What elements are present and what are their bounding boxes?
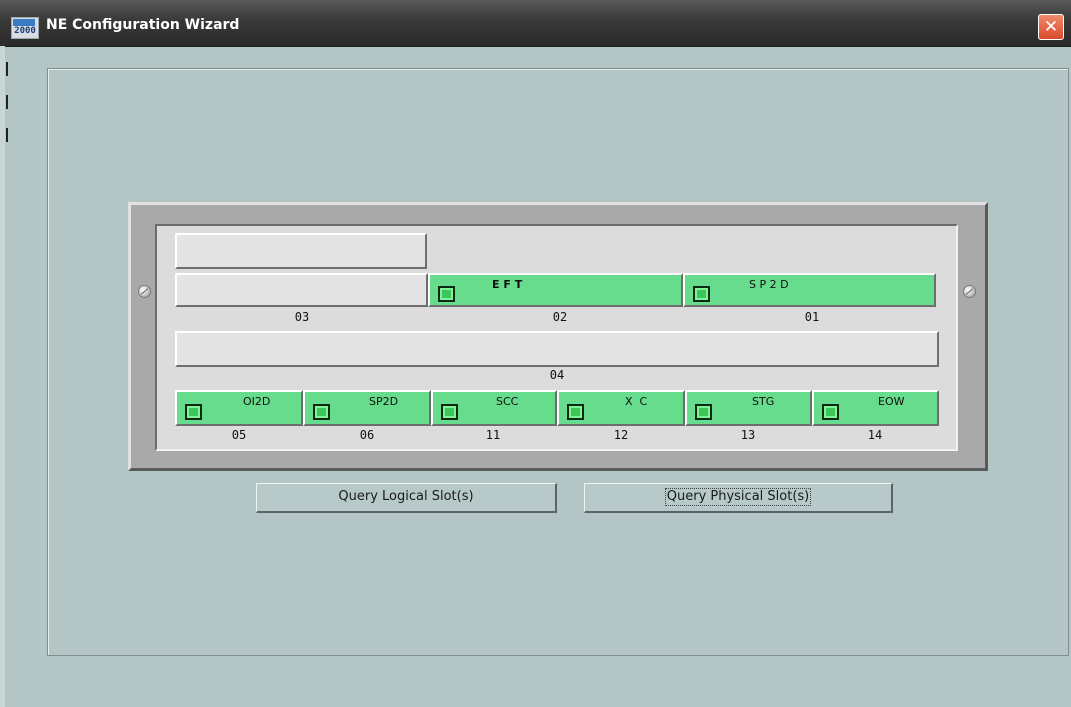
slot-number: 01 bbox=[804, 310, 820, 324]
card-label: S P 2 D bbox=[749, 278, 789, 291]
card-label: E F T bbox=[492, 278, 523, 291]
slot-number: 03 bbox=[294, 310, 310, 324]
edge-tick bbox=[6, 95, 8, 109]
slot-number: 14 bbox=[867, 428, 883, 442]
edge-tick bbox=[6, 62, 8, 76]
slot-number: 13 bbox=[740, 428, 756, 442]
led-indicator-icon bbox=[438, 286, 455, 302]
slot-06-card-sp2d[interactable]: SP2D bbox=[303, 390, 431, 426]
slot-11-card-scc[interactable]: SCC bbox=[431, 390, 557, 426]
window-title: NE Configuration Wizard bbox=[46, 17, 240, 33]
query-physical-slots-button[interactable]: Query Physical Slot(s) bbox=[584, 483, 893, 513]
card-label: STG bbox=[752, 395, 775, 408]
app-icon-text: 2000 bbox=[14, 26, 36, 36]
led-indicator-icon bbox=[313, 404, 330, 420]
slot-01-card-sp2d[interactable]: S P 2 D bbox=[683, 273, 936, 307]
left-screw-icon bbox=[138, 285, 151, 298]
app-icon: 2000 bbox=[11, 17, 39, 39]
slot-empty-top[interactable] bbox=[175, 233, 427, 269]
led-indicator-icon bbox=[185, 404, 202, 420]
edge-tick bbox=[6, 128, 8, 142]
slot-number: 06 bbox=[359, 428, 375, 442]
card-label: SP2D bbox=[369, 395, 399, 408]
led-indicator-icon bbox=[441, 404, 458, 420]
slot-02-card-eft[interactable]: E F T bbox=[428, 273, 683, 307]
led-indicator-icon bbox=[567, 404, 584, 420]
slot-number: 04 bbox=[549, 368, 565, 382]
right-screw-icon bbox=[963, 285, 976, 298]
slot-number: 12 bbox=[613, 428, 629, 442]
card-label: X C bbox=[625, 395, 648, 408]
card-label: EOW bbox=[878, 395, 905, 408]
slot-number: 02 bbox=[552, 310, 568, 324]
left-window-edge bbox=[0, 46, 5, 707]
slot-number: 05 bbox=[231, 428, 247, 442]
close-button[interactable]: ✕ bbox=[1038, 14, 1064, 40]
slot-number: 11 bbox=[485, 428, 501, 442]
slot-03[interactable] bbox=[175, 273, 428, 307]
slot-05-card-oi2d[interactable]: OI2D bbox=[175, 390, 303, 426]
query-physical-label: Query Physical Slot(s) bbox=[664, 488, 812, 506]
led-indicator-icon bbox=[693, 286, 710, 302]
slot-14-card-eow[interactable]: EOW bbox=[812, 390, 939, 426]
slot-04[interactable] bbox=[175, 331, 939, 367]
query-logical-slots-button[interactable]: Query Logical Slot(s) bbox=[256, 483, 557, 513]
query-logical-label: Query Logical Slot(s) bbox=[338, 489, 474, 504]
led-indicator-icon bbox=[822, 404, 839, 420]
card-label: SCC bbox=[496, 395, 519, 408]
slot-13-card-stg[interactable]: STG bbox=[685, 390, 812, 426]
slot-12-card-xc[interactable]: X C bbox=[557, 390, 685, 426]
card-label: OI2D bbox=[243, 395, 271, 408]
led-indicator-icon bbox=[695, 404, 712, 420]
title-bar: 2000 NE Configuration Wizard ✕ bbox=[0, 0, 1071, 47]
